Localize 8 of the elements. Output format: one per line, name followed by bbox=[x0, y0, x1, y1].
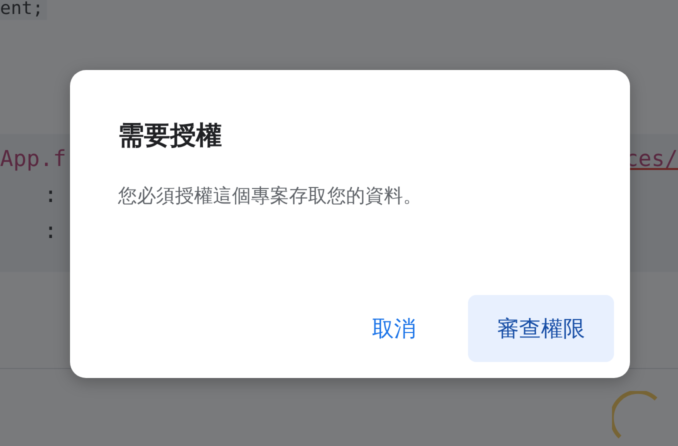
code-text: App.f bbox=[0, 146, 66, 174]
code-text: : bbox=[44, 218, 58, 246]
dialog-title: 需要授權 bbox=[118, 120, 223, 152]
code-text: ent; bbox=[0, 0, 48, 20]
dialog-message: 您必須授權這個專案存取您的資料。 bbox=[118, 185, 423, 210]
code-text: : bbox=[44, 182, 58, 210]
cancel-button[interactable]: 取消 bbox=[364, 304, 424, 353]
review-permissions-button[interactable]: 審查權限 bbox=[468, 295, 614, 362]
